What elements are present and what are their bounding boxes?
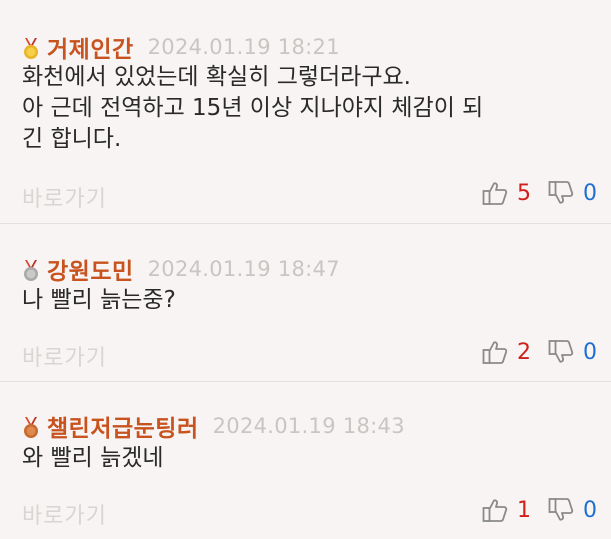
downvote-count: 0: [583, 180, 597, 206]
comment-line: 와 빨리 늙겠네: [22, 445, 164, 471]
thumbs-down-icon: [548, 340, 574, 363]
bronze-medal-icon: [22, 417, 40, 439]
comment-body: 와 빨리 늙겠네: [22, 443, 602, 474]
vote-controls: 5 0: [481, 179, 597, 207]
downvote-count: 0: [583, 497, 597, 523]
upvote-button[interactable]: 1: [481, 496, 547, 524]
comment-body: 나 빨리 늙는중?: [22, 285, 602, 316]
comment-author[interactable]: 거제인간: [47, 30, 134, 64]
vote-controls: 2 0: [481, 338, 597, 366]
comment-list: 거제인간 2024.01.19 18:21 화천에서 있었는데 확실히 그렇더라…: [0, 0, 611, 539]
comment-author[interactable]: 강원도민: [47, 252, 134, 286]
upvote-count: 5: [517, 180, 531, 206]
comment-header: 챌린저급눈팅러 2024.01.19 18:43: [22, 409, 405, 443]
goto-link[interactable]: 바로가기: [22, 498, 107, 530]
comment-line: 아 근데 전역하고 15년 이상 지나야지 체감이 되: [22, 95, 484, 121]
thumbs-up-icon: [482, 341, 508, 364]
comment-header: 강원도민 2024.01.19 18:47: [22, 252, 340, 286]
downvote-button[interactable]: 0: [547, 179, 597, 207]
downvote-button[interactable]: 0: [547, 496, 597, 524]
thumbs-up-icon: [482, 182, 508, 205]
downvote-button[interactable]: 0: [547, 338, 597, 366]
comment-timestamp: 2024.01.19 18:21: [147, 35, 340, 59]
comment-author[interactable]: 챌린저급눈팅러: [47, 409, 199, 443]
upvote-button[interactable]: 5: [481, 179, 547, 207]
comment-footer: 바로가기 2 0: [0, 336, 611, 376]
comment-line: 화천에서 있었는데 확실히 그렇더라구요.: [22, 64, 411, 90]
goto-link[interactable]: 바로가기: [22, 181, 107, 213]
goto-link[interactable]: 바로가기: [22, 340, 107, 372]
comment-line: 긴 합니다.: [22, 126, 122, 152]
comment-timestamp: 2024.01.19 18:43: [212, 414, 405, 438]
comment-body: 화천에서 있었는데 확실히 그렇더라구요. 아 근데 전역하고 15년 이상 지…: [22, 62, 602, 155]
downvote-count: 0: [583, 339, 597, 365]
upvote-count: 1: [517, 497, 531, 523]
comment-footer: 바로가기 1 0: [0, 494, 611, 534]
thumbs-down-icon: [548, 498, 574, 521]
thumbs-up-icon: [482, 499, 508, 522]
silver-medal-icon: [22, 260, 40, 282]
gold-medal-icon: [22, 38, 40, 60]
comment-line: 나 빨리 늙는중?: [22, 287, 176, 313]
comment-header: 거제인간 2024.01.19 18:21: [22, 30, 340, 64]
upvote-count: 2: [517, 339, 531, 365]
comment-footer: 바로가기 5 0: [0, 177, 611, 217]
thumbs-down-icon: [548, 181, 574, 204]
vote-controls: 1 0: [481, 496, 597, 524]
upvote-button[interactable]: 2: [481, 338, 547, 366]
comment-timestamp: 2024.01.19 18:47: [147, 257, 340, 281]
